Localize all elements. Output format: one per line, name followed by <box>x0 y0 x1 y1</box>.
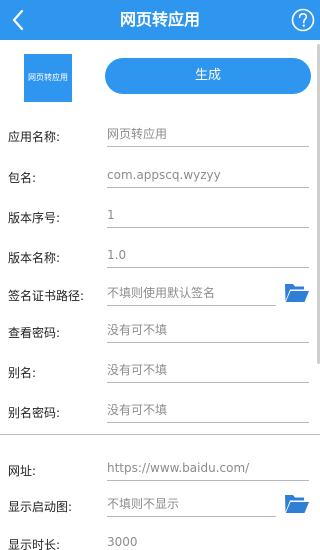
app-icon-preview[interactable]: 网页转应用 <box>24 54 72 102</box>
folder-open-icon[interactable] <box>284 281 310 303</box>
package-label: 包名: <box>8 171 37 185</box>
field-row-view-password: 查看密码: 没有可不填 <box>0 318 320 356</box>
field-row-alias-password: 别名密码: 没有可不填 <box>0 398 320 436</box>
field-row-duration: 显示时长: 3000 <box>0 530 320 550</box>
url-field[interactable]: https://www.baidu.com/ <box>107 456 309 481</box>
version-name-label: 版本名称: <box>8 251 61 265</box>
section-divider <box>0 434 320 435</box>
package-field[interactable]: com.appscq.wyzyy <box>107 163 309 188</box>
alias-label: 别名: <box>8 366 37 380</box>
field-row-app-name: 应用名称: 网页转应用 <box>0 122 320 160</box>
splash-field[interactable]: 不填则不显示 <box>107 492 276 517</box>
help-button[interactable] <box>290 7 316 33</box>
duration-label: 显示时长: <box>8 538 61 550</box>
duration-field[interactable]: 3000 <box>107 530 309 550</box>
field-row-version-code: 版本序号: 1 <box>0 203 320 241</box>
field-row-splash: 显示启动图: 不填则不显示 <box>0 492 320 530</box>
folder-open-icon[interactable] <box>284 492 310 514</box>
generate-button[interactable]: 生成 <box>105 58 311 94</box>
view-password-field[interactable]: 没有可不填 <box>107 318 309 343</box>
alias-field[interactable]: 没有可不填 <box>107 358 309 383</box>
version-code-label: 版本序号: <box>8 211 61 225</box>
field-row-package: 包名: com.appscq.wyzyy <box>0 163 320 201</box>
version-code-field[interactable]: 1 <box>107 203 309 228</box>
field-row-url: 网址: https://www.baidu.com/ <box>0 456 320 494</box>
alias-password-label: 别名密码: <box>8 406 61 420</box>
alias-password-field[interactable]: 没有可不填 <box>107 398 309 423</box>
version-name-field[interactable]: 1.0 <box>107 243 309 268</box>
field-row-version-name: 版本名称: 1.0 <box>0 243 320 281</box>
field-row-alias: 别名: 没有可不填 <box>0 358 320 396</box>
cert-path-field[interactable]: 不填则使用默认签名 <box>107 281 276 306</box>
url-label: 网址: <box>8 464 37 478</box>
app-name-field[interactable]: 网页转应用 <box>107 122 309 147</box>
app-bar: 网页转应用 <box>0 0 320 40</box>
field-row-cert-path: 签名证书路径: 不填则使用默认签名 <box>0 281 320 319</box>
splash-label: 显示启动图: <box>8 500 73 514</box>
cert-path-label: 签名证书路径: <box>8 289 85 303</box>
view-password-label: 查看密码: <box>8 326 61 340</box>
page-title: 网页转应用 <box>119 10 200 29</box>
help-circle-icon <box>291 8 315 32</box>
app-name-label: 应用名称: <box>8 130 61 144</box>
